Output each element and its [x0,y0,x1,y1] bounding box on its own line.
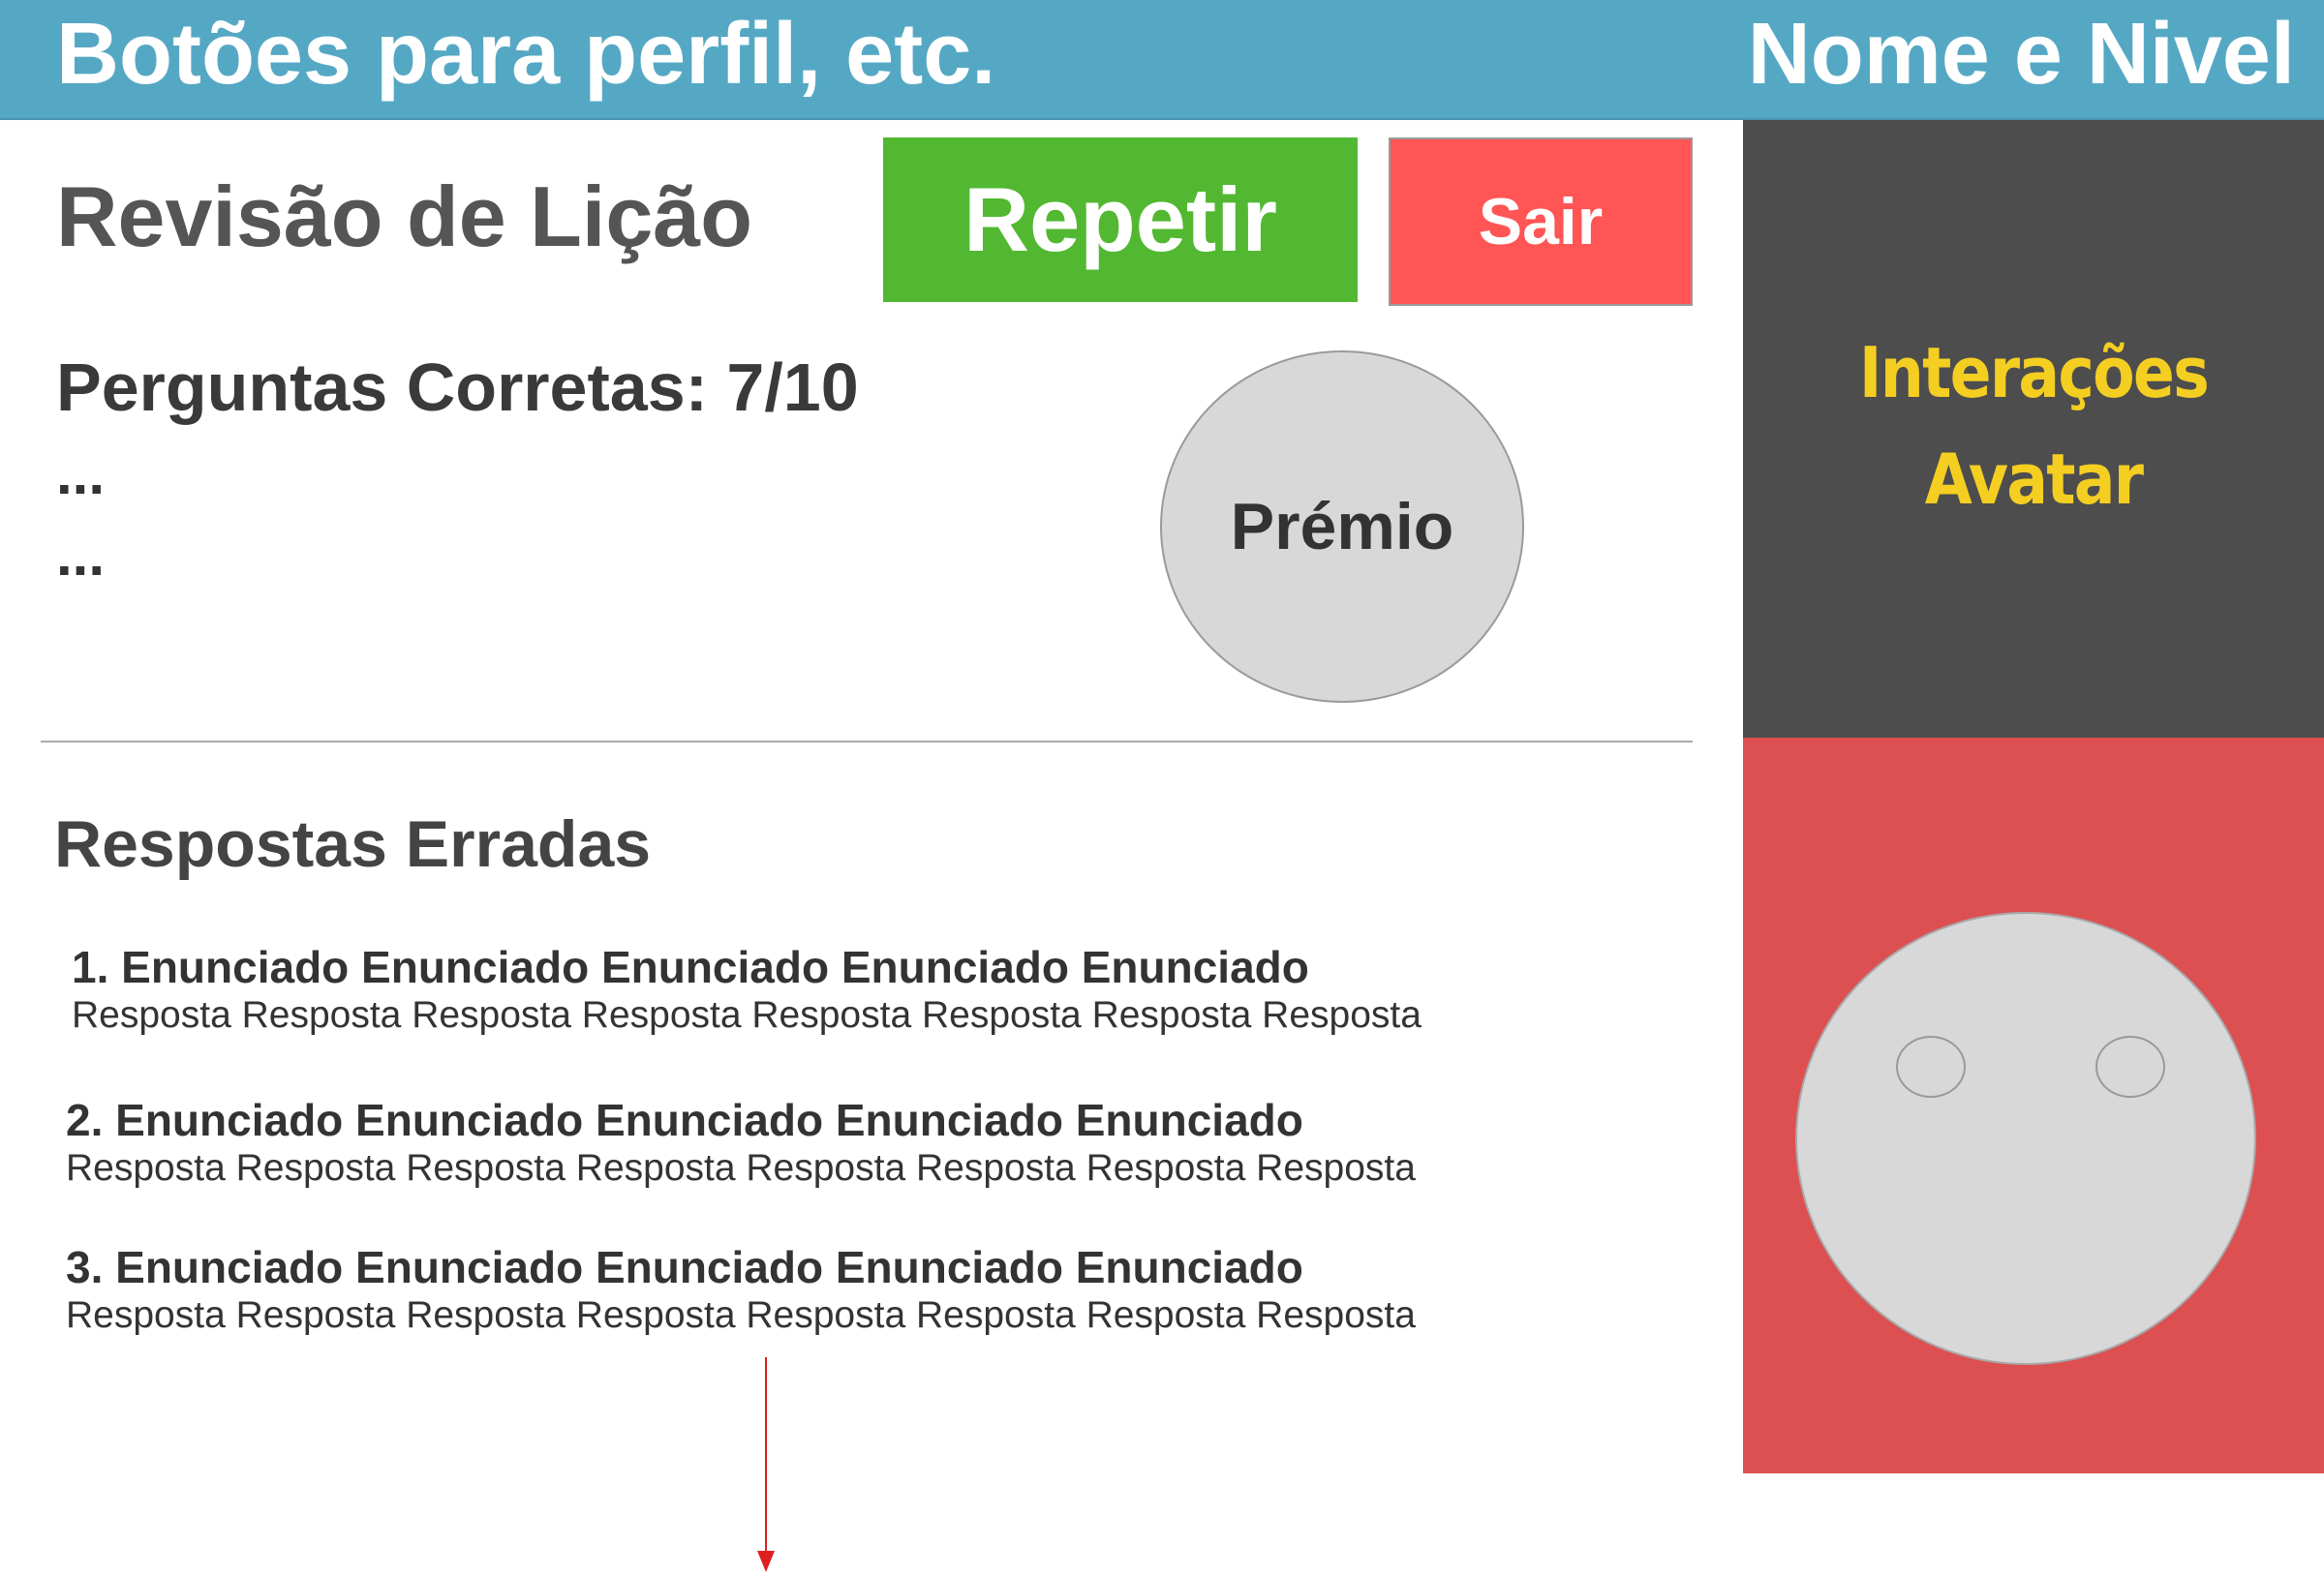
arrow-down-icon[interactable] [751,1357,780,1576]
question-statement: 1. Enunciado Enunciado Enunciado Enuncia… [72,942,1309,992]
avatar-interactions-label: Interações Avatar [1778,319,2289,532]
avatar-interactions-panel[interactable]: Interações Avatar [1743,120,2324,738]
wrong-answer-item: 1. Enunciado Enunciado Enunciado Enuncia… [72,941,1422,1038]
lesson-review-panel: Revisão de Lição Repetir Sair Perguntas … [0,120,1743,1572]
face-icon[interactable] [1795,912,2256,1365]
right-eye-icon [2095,1036,2165,1098]
wrong-answer-item: 3. Enunciado Enunciado Enunciado Enuncia… [66,1241,1416,1338]
top-header: Botões para perfil, etc. Nome e Nivel [0,0,2324,120]
page-title: Revisão de Lição [56,168,752,264]
avatar-label-line-1: Interações [1858,332,2210,413]
prize-label: Prémio [1230,490,1454,563]
prize-badge[interactable]: Prémio [1160,350,1524,703]
left-eye-icon [1896,1036,1966,1098]
wrong-answers-heading: Respostas Erradas [54,807,652,881]
question-answer: Resposta Resposta Resposta Resposta Resp… [66,1147,1416,1189]
ellipsis-placeholder: ... [56,441,106,506]
name-and-level: Nome e Nivel [1747,6,2295,103]
question-statement: 3. Enunciado Enunciado Enunciado Enuncia… [66,1242,1303,1292]
correct-answers-count: Perguntas Corretas: 7/10 [56,349,859,425]
question-answer: Resposta Resposta Resposta Resposta Resp… [66,1294,1416,1336]
question-answer: Resposta Resposta Resposta Resposta Resp… [72,994,1422,1036]
avatar-label-line-2: Avatar [1924,439,2144,520]
question-statement: 2. Enunciado Enunciado Enunciado Enuncia… [66,1095,1303,1145]
section-divider [41,741,1693,743]
repeat-button[interactable]: Repetir [883,137,1358,302]
exit-button[interactable]: Sair [1389,137,1693,306]
ellipsis-placeholder: ... [56,523,106,588]
avatar-face-panel [1743,738,2324,1473]
avatar-sidebar: Interações Avatar [1743,120,2324,1473]
profile-buttons-placeholder[interactable]: Botões para perfil, etc. [56,4,995,105]
wrong-answer-item: 2. Enunciado Enunciado Enunciado Enuncia… [66,1094,1416,1191]
